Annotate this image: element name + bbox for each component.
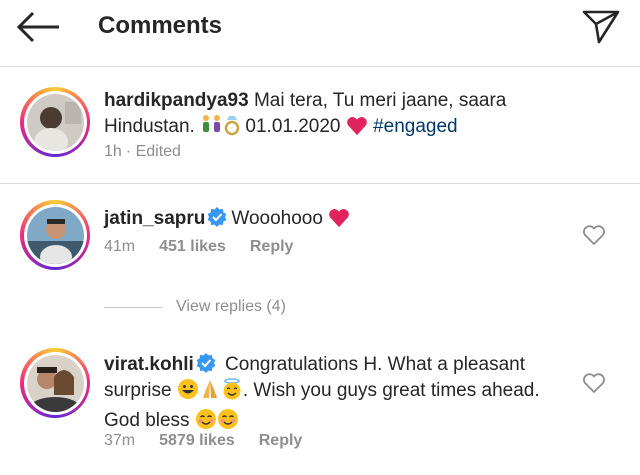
divider — [104, 306, 162, 308]
comment-text: jatin_sapru Wooohooo — [104, 206, 350, 236]
red-heart-emoji-icon — [328, 208, 350, 236]
like-comment-button[interactable] — [582, 372, 606, 394]
avatar-image — [26, 206, 84, 264]
ring-emoji-icon — [224, 114, 240, 144]
post-caption: hardikpandya93 Mai tera, Tu meri jaane, … — [0, 67, 640, 184]
caption-time: 1h — [104, 143, 122, 160]
verified-badge-icon — [207, 207, 227, 227]
avatar[interactable] — [20, 200, 90, 270]
comment-username[interactable]: jatin_sapru — [104, 208, 205, 229]
avatar[interactable] — [20, 348, 90, 418]
smiling-face-with-halo-emoji-icon — [221, 378, 243, 408]
back-button[interactable] — [16, 10, 62, 44]
edited-label: · Edited — [125, 143, 181, 160]
avatar-image — [26, 354, 84, 412]
comment-meta: 41m 451 likes Reply — [104, 238, 317, 256]
avatar[interactable] — [20, 87, 90, 157]
comment-likes[interactable]: 451 likes — [159, 238, 226, 255]
comment-username[interactable]: virat.kohli — [104, 354, 194, 375]
comment-time: 37m — [104, 432, 136, 449]
caption-username[interactable]: hardikpandya93 — [104, 90, 249, 111]
heart-outline-icon — [583, 225, 605, 245]
grinning-face-emoji-icon — [177, 378, 199, 408]
couple-emoji-icon — [200, 114, 224, 144]
comment-likes[interactable]: 5879 likes — [159, 432, 235, 449]
reply-button[interactable]: Reply — [259, 432, 303, 449]
folded-hands-emoji-icon — [199, 378, 221, 408]
paper-plane-icon — [582, 10, 620, 44]
like-comment-button[interactable] — [582, 224, 606, 246]
back-arrow-icon — [16, 11, 59, 43]
avatar-image — [26, 93, 84, 151]
comment-meta: 37m 5879 likes Reply — [104, 432, 326, 450]
hashtag-link[interactable]: #engaged — [373, 116, 458, 137]
comments-header: Comments — [0, 0, 640, 67]
comment-time: 41m — [104, 238, 136, 255]
page-title: Comments — [98, 12, 223, 39]
red-heart-emoji-icon — [346, 116, 368, 144]
heart-outline-icon — [583, 373, 605, 393]
direct-message-button[interactable] — [582, 9, 620, 45]
view-replies-button[interactable]: View replies (4) — [104, 298, 286, 316]
verified-badge-icon — [196, 353, 216, 373]
caption-text: hardikpandya93 Mai tera, Tu meri jaane, … — [104, 88, 506, 144]
caption-meta: 1h · Edited — [104, 143, 205, 161]
comment-text: virat.kohli Congratulations H. What a pl… — [104, 352, 540, 438]
reply-button[interactable]: Reply — [250, 238, 294, 255]
